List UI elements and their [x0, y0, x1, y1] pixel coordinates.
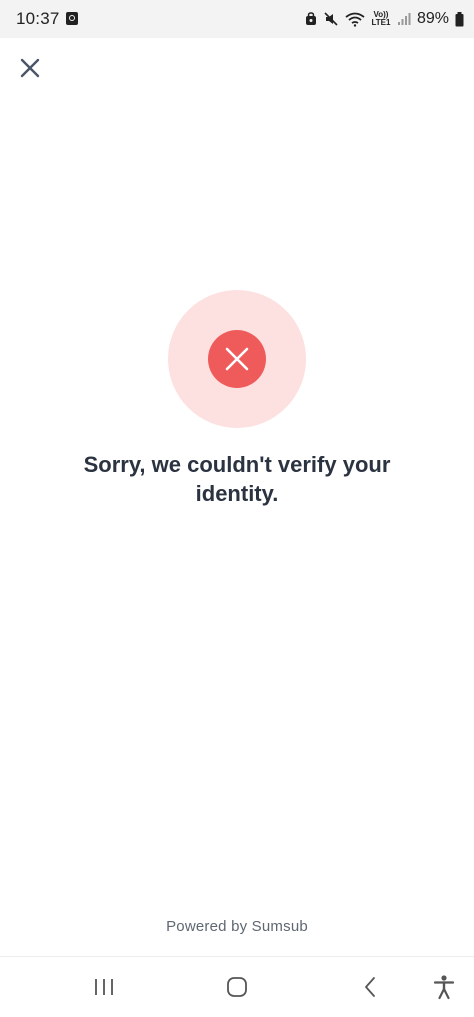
status-bar: 10:37 Vo)) LTE1 89% — [0, 0, 474, 38]
recents-button[interactable] — [90, 973, 118, 1001]
close-icon — [20, 58, 40, 78]
navigation-bar — [0, 956, 474, 1017]
volte-bottom-label: LTE1 — [371, 18, 391, 27]
mute-icon — [323, 11, 339, 27]
error-message: Sorry, we couldn't verify your identity. — [83, 452, 391, 506]
status-icons: Vo)) LTE1 89% — [305, 8, 464, 30]
wifi-icon — [345, 11, 365, 27]
home-icon — [227, 977, 247, 997]
back-icon — [365, 977, 375, 997]
volte-indicator: Vo)) LTE1 — [371, 11, 391, 27]
back-button[interactable] — [356, 973, 384, 1001]
error-x-icon — [225, 347, 249, 371]
signal-icon — [397, 12, 411, 26]
status-time: 10:37 — [16, 9, 60, 28]
powered-by-label: Powered by Sumsub — [166, 918, 308, 935]
recents-icon — [95, 979, 113, 995]
battery-icon — [455, 11, 464, 27]
error-circle — [208, 330, 266, 388]
battery-percent: 89% — [416, 10, 449, 27]
accessibility-button[interactable] — [430, 973, 458, 1001]
home-button[interactable] — [223, 973, 251, 1001]
accessibility-icon — [433, 975, 455, 1000]
alarm-icon — [305, 12, 317, 26]
close-button[interactable] — [17, 55, 43, 81]
notification-icon — [66, 12, 78, 25]
